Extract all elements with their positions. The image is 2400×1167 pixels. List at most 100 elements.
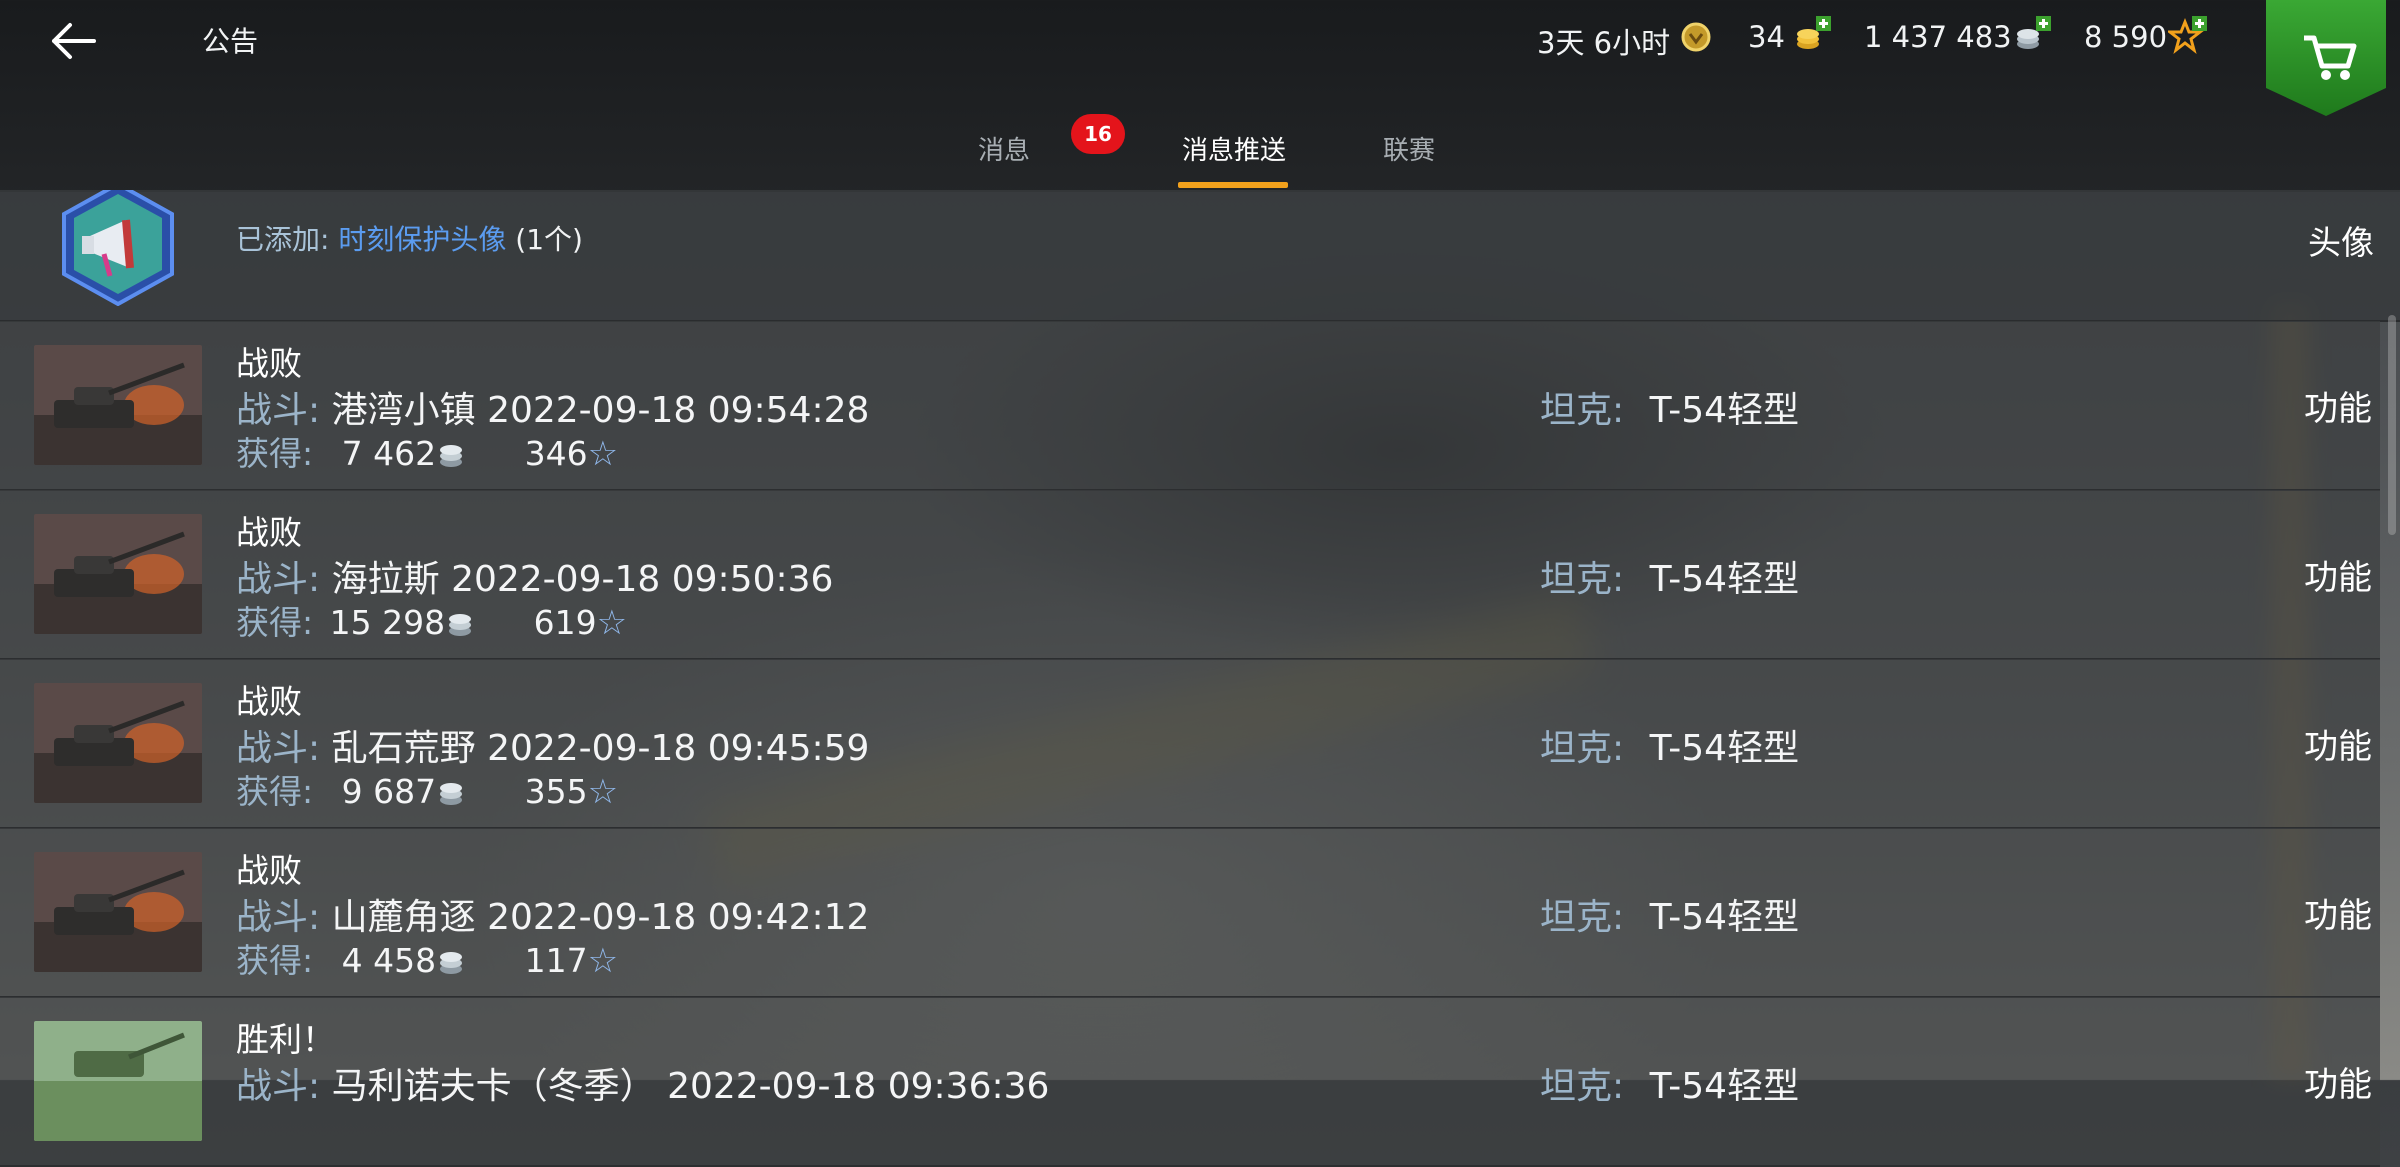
earned-credits: 4 458 (341, 941, 437, 980)
gold-coins-icon (1797, 16, 1831, 49)
xp-star-icon: ☆ (587, 772, 619, 812)
battle-datetime: 2022-09-18 09:45:59 (487, 728, 870, 769)
list-scrollbar[interactable] (2388, 315, 2396, 535)
row-action-button[interactable]: 功能 (2304, 550, 2372, 599)
tab-push-messages[interactable]: 消息推送 (1182, 130, 1286, 167)
row-action-button[interactable]: 功能 (2304, 719, 2372, 768)
list-item[interactable]: 战败 战斗: 港湾小镇 2022-09-18 09:54:28 获得: 7 46… (0, 321, 2380, 491)
credits-amount[interactable]: 1 437 483 (1864, 20, 2012, 54)
earned-credits: 7 462 (341, 434, 437, 473)
battle-result: 战败 (236, 851, 302, 890)
earned-xp: 346 (524, 434, 588, 473)
battle-result: 战败 (236, 513, 302, 552)
tank-info: 坦克: T-54轻型 (1540, 1057, 1799, 1109)
battle-map: 海拉斯 (331, 559, 440, 600)
list-item[interactable]: 胜利！ 战斗: 马利诺夫卡（冬季） 2022-09-18 09:36:36 坦克… (0, 997, 2380, 1167)
battle-label: 战斗: (236, 1066, 321, 1107)
battle-label: 战斗: (236, 390, 321, 431)
battle-map: 港湾小镇 (331, 390, 476, 431)
silver-coins-icon (440, 951, 463, 974)
silver-coins-icon (2017, 16, 2051, 49)
page-title: 公告 (202, 25, 259, 58)
earned-label: 获得: (236, 603, 314, 642)
shop-button[interactable] (2266, 0, 2386, 116)
battle-info: 战斗: 乱石荒野 2022-09-18 09:45:59 (236, 719, 869, 771)
silver-coins-icon (449, 613, 472, 636)
premium-medal-icon (1681, 22, 1711, 52)
tank-info: 坦克: T-54轻型 (1540, 550, 1799, 602)
battle-result: 战败 (236, 682, 302, 721)
battle-datetime: 2022-09-18 09:42:12 (487, 897, 870, 938)
avatar-link[interactable]: 时刻保护头像 (338, 223, 506, 256)
gold-amount[interactable]: 34 (1748, 20, 1785, 54)
earnings: 获得: 7 462 346☆ (236, 427, 618, 475)
tank-label: 坦克: (1540, 390, 1625, 431)
battle-thumbnail (34, 345, 202, 465)
unread-badge: 16 (1071, 114, 1125, 154)
free-xp-amount[interactable]: 8 590 (2084, 20, 2167, 54)
earnings: 获得: 9 687 355☆ (236, 765, 618, 813)
row-action-button[interactable]: 功能 (2304, 888, 2372, 937)
battle-map: 马利诺夫卡（冬季） (331, 1066, 656, 1107)
tank-label: 坦克: (1540, 559, 1625, 600)
active-tab-indicator (1178, 182, 1288, 188)
earned-label: 获得: (236, 434, 314, 473)
megaphone-avatar-icon (62, 190, 174, 306)
earnings: 获得: 15 298 619☆ (236, 596, 627, 644)
earned-label: 获得: (236, 772, 314, 811)
back-arrow-icon (52, 23, 96, 59)
banner-text: 已添加: 时刻保护头像 (1个) (236, 218, 583, 258)
battle-thumbnail (34, 683, 202, 803)
battle-result: 胜利！ (236, 1020, 335, 1059)
tab-messages[interactable]: 消息 (978, 130, 1030, 167)
tank-name: T-54轻型 (1649, 390, 1800, 431)
list-item[interactable]: 战败 战斗: 乱石荒野 2022-09-18 09:45:59 获得: 9 68… (0, 659, 2380, 829)
xp-star-icon: ☆ (587, 434, 619, 474)
battle-info: 战斗: 山麓角逐 2022-09-18 09:42:12 (236, 888, 869, 940)
avatar-banner[interactable]: 已添加: 时刻保护头像 (1个) 头像 (0, 190, 2400, 322)
avatar-action-button[interactable]: 头像 (2308, 216, 2374, 264)
tank-info: 坦克: T-54轻型 (1540, 719, 1799, 771)
battle-info: 战斗: 港湾小镇 2022-09-18 09:54:28 (236, 381, 869, 433)
xp-star-icon: ☆ (587, 941, 619, 981)
tank-label: 坦克: (1540, 897, 1625, 938)
xp-star-icon (2168, 16, 2207, 54)
battle-info: 战斗: 海拉斯 2022-09-18 09:50:36 (236, 550, 833, 602)
earned-xp: 355 (524, 772, 588, 811)
xp-star-icon: ☆ (596, 603, 628, 643)
earned-label: 获得: (236, 941, 314, 980)
battle-thumbnail (34, 852, 202, 972)
tab-league[interactable]: 联赛 (1383, 130, 1435, 167)
battle-datetime: 2022-09-18 09:36:36 (667, 1066, 1050, 1107)
battle-label: 战斗: (236, 728, 321, 769)
silver-coins-icon (440, 444, 463, 467)
tank-name: T-54轻型 (1649, 559, 1800, 600)
tank-label: 坦克: (1540, 728, 1625, 769)
silver-coins-icon (440, 782, 463, 805)
banner-count: (1个) (515, 223, 583, 256)
tank-info: 坦克: T-54轻型 (1540, 888, 1799, 940)
back-button[interactable] (44, 14, 104, 68)
battle-thumbnail (34, 1021, 202, 1141)
list-item[interactable]: 战败 战斗: 海拉斯 2022-09-18 09:50:36 获得: 15 29… (0, 490, 2380, 660)
earned-xp: 117 (524, 941, 588, 980)
banner-prefix: 已添加: (236, 223, 330, 256)
battle-map: 乱石荒野 (331, 728, 476, 769)
row-action-button[interactable]: 功能 (2304, 381, 2372, 430)
earned-credits: 9 687 (341, 772, 437, 811)
premium-time[interactable]: 3天 6小时 (1537, 20, 1670, 62)
earned-xp: 619 (533, 603, 597, 642)
battle-thumbnail (34, 514, 202, 634)
row-action-button[interactable]: 功能 (2304, 1057, 2372, 1106)
tank-name: T-54轻型 (1649, 1066, 1800, 1107)
battle-map: 山麓角逐 (331, 897, 476, 938)
list-item[interactable]: 战败 战斗: 山麓角逐 2022-09-18 09:42:12 获得: 4 45… (0, 828, 2380, 998)
tank-label: 坦克: (1540, 1066, 1625, 1107)
tank-name: T-54轻型 (1649, 897, 1800, 938)
battle-result: 战败 (236, 344, 302, 383)
battle-label: 战斗: (236, 897, 321, 938)
tank-name: T-54轻型 (1649, 728, 1800, 769)
earned-credits: 15 298 (329, 603, 446, 642)
battle-info: 战斗: 马利诺夫卡（冬季） 2022-09-18 09:36:36 (236, 1057, 1049, 1109)
battle-datetime: 2022-09-18 09:54:28 (487, 390, 870, 431)
